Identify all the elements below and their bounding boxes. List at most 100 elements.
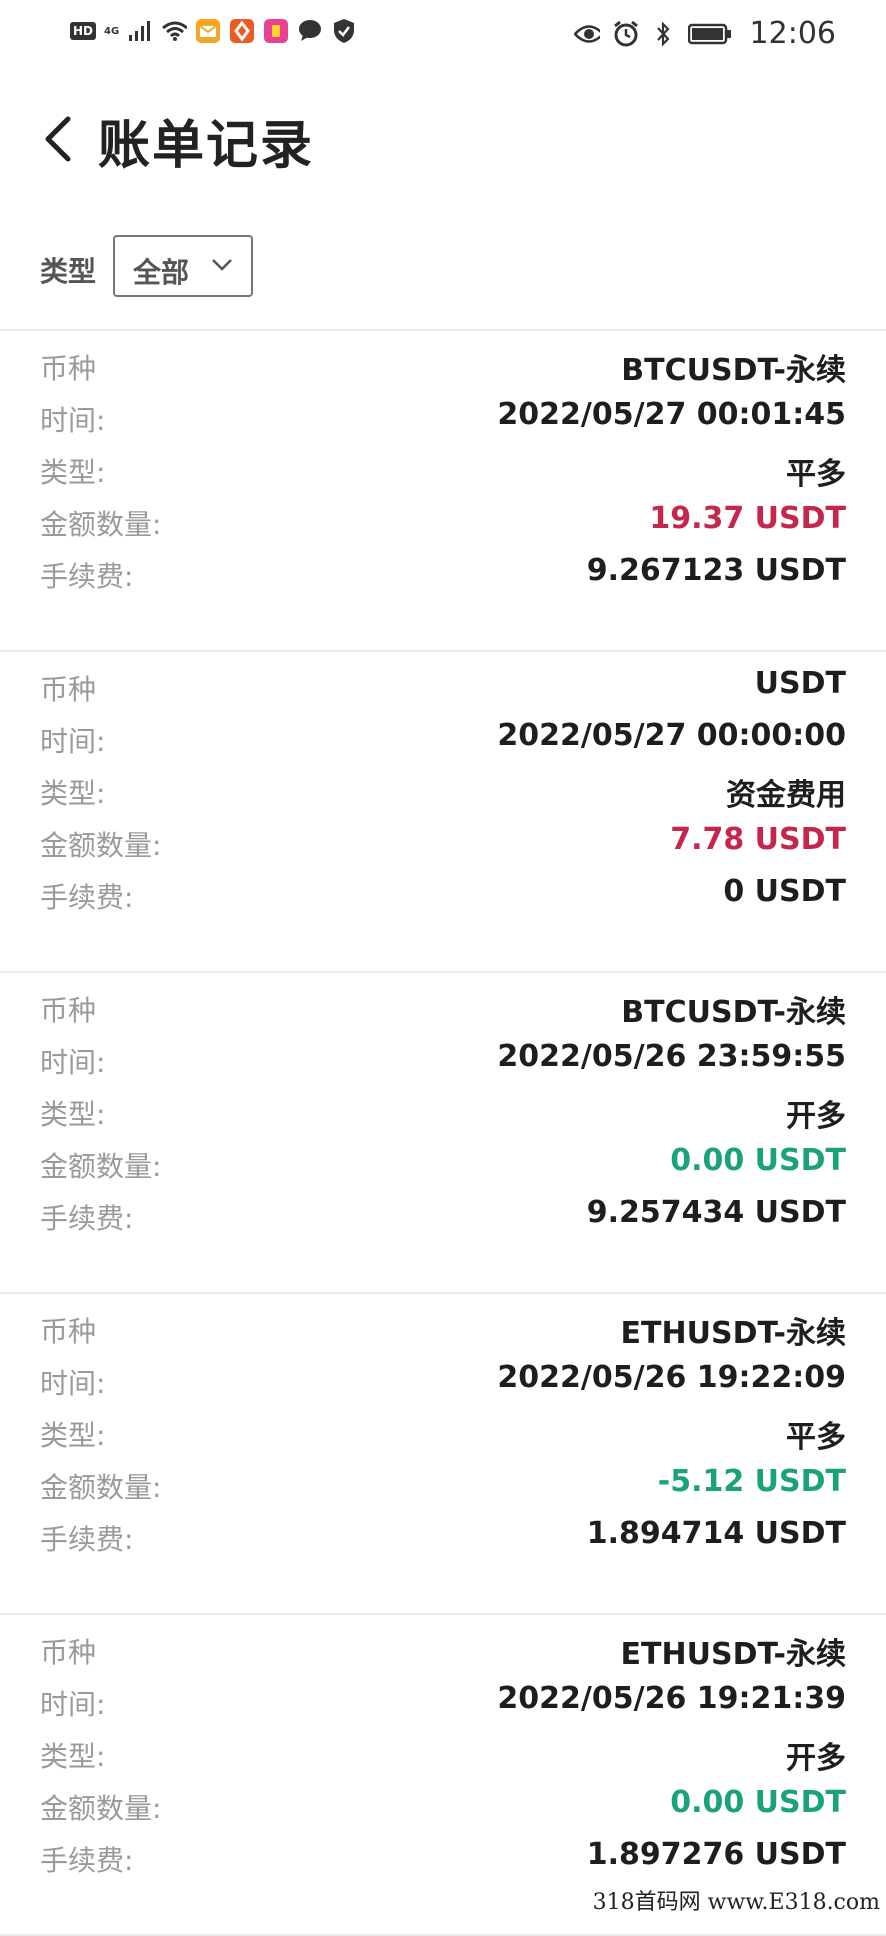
- battery-icon: [687, 21, 732, 47]
- bill-record: 币种 BTCUSDT-永续时间: 2022/05/26 23:59:55 类型: 开多金…: [0, 973, 886, 1294]
- record-value-type: 开多: [786, 1741, 846, 1776]
- record-row-fee: 手续费: 1.894714 USDT: [0, 1514, 886, 1560]
- record-label-coin: 币种: [40, 1636, 97, 1669]
- record-label-coin: 币种: [40, 994, 97, 1027]
- record-row-fee: 手续费: 9.257434 USDT: [0, 1193, 886, 1239]
- watermark: 318首码网 www.E318.com: [592, 1884, 880, 1916]
- record-label-fee: 手续费:: [40, 1523, 134, 1556]
- record-row-type: 类型: 平多: [0, 447, 886, 493]
- record-label-type: 类型:: [40, 1419, 106, 1452]
- message-icon: [297, 18, 323, 44]
- chevron-down-icon: [212, 259, 232, 271]
- record-label-time: 时间:: [40, 1688, 106, 1721]
- network-type: 4G: [104, 25, 120, 37]
- page-header: 账单记录: [0, 95, 886, 185]
- record-value-time: 2022/05/26 19:22:09: [497, 1360, 846, 1395]
- mail-app-icon: [195, 18, 221, 44]
- record-value-coin: USDT: [754, 666, 846, 701]
- record-label-amount: 金额数量:: [40, 829, 162, 862]
- eye-icon: [573, 21, 600, 47]
- record-row-fee: 手续费: 9.267123 USDT: [0, 551, 886, 597]
- record-value-type: 平多: [786, 457, 846, 492]
- record-row-coin: 币种 ETHUSDT-永续: [0, 1627, 886, 1673]
- record-value-fee: 1.894714 USDT: [586, 1516, 846, 1551]
- record-row-time: 时间: 2022/05/27 00:00:00: [0, 716, 886, 762]
- record-row-coin: 币种 USDT: [0, 664, 886, 710]
- record-value-fee: 9.257434 USDT: [586, 1195, 846, 1230]
- record-value-type: 平多: [786, 1420, 846, 1455]
- signal-icon: [127, 18, 153, 44]
- record-row-coin: 币种 BTCUSDT-永续: [0, 343, 886, 389]
- record-row-time: 时间: 2022/05/26 19:21:39: [0, 1679, 886, 1725]
- record-row-amount: 金额数量: 19.37 USDT: [0, 499, 886, 545]
- type-select-value: 全部: [133, 256, 190, 289]
- record-row-time: 时间: 2022/05/26 23:59:55: [0, 1037, 886, 1083]
- record-label-time: 时间:: [40, 404, 106, 437]
- bill-record: 币种 USDT 时间: 2022/05/27 00:00:00 类型: 资金费用金额数量:…: [0, 652, 886, 973]
- record-row-coin: 币种 ETHUSDT-永续: [0, 1306, 886, 1352]
- record-value-amount: 19.37 USDT: [649, 501, 846, 536]
- record-value-coin: BTCUSDT-永续: [621, 353, 846, 388]
- record-value-amount: 0.00 USDT: [670, 1143, 846, 1178]
- record-row-amount: 金额数量: 7.78 USDT: [0, 820, 886, 866]
- record-value-fee: 9.267123 USDT: [586, 553, 846, 588]
- record-value-coin: BTCUSDT-永续: [621, 995, 846, 1030]
- back-button[interactable]: [38, 109, 78, 169]
- record-value-fee: 0 USDT: [723, 874, 846, 909]
- record-row-time: 时间: 2022/05/27 00:01:45: [0, 395, 886, 441]
- record-value-amount: 7.78 USDT: [670, 822, 846, 857]
- page-title: 账单记录: [98, 116, 315, 176]
- chevron-left-icon: [45, 116, 71, 162]
- record-row-fee: 手续费: 0 USDT: [0, 872, 886, 918]
- record-row-time: 时间: 2022/05/26 19:22:09: [0, 1358, 886, 1404]
- record-label-fee: 手续费:: [40, 881, 134, 914]
- bill-record-list: 币种 BTCUSDT-永续 时间: 2022/05/27 00:01:45 类型: 平多金…: [0, 331, 886, 1936]
- record-row-amount: 金额数量: 0.00 USDT: [0, 1783, 886, 1829]
- record-row-type: 类型: 开多: [0, 1731, 886, 1777]
- shield-icon: [331, 18, 357, 44]
- record-label-fee: 手续费:: [40, 1202, 134, 1235]
- record-value-coin: ETHUSDT-永续: [620, 1637, 846, 1672]
- record-value-time: 2022/05/27 00:00:00: [497, 718, 846, 753]
- bill-record: 币种 ETHUSDT-永续时间: 2022/05/26 19:22:09 类型: 平多金…: [0, 1294, 886, 1615]
- alarm-icon: [612, 20, 638, 47]
- filter-label: 类型: [40, 255, 97, 288]
- bill-record: 币种 BTCUSDT-永续时间: 2022/05/27 00:01:45 类型: 平多金…: [0, 331, 886, 652]
- wifi-icon: [161, 18, 188, 44]
- record-label-amount: 金额数量:: [40, 508, 162, 541]
- record-label-coin: 币种: [40, 1315, 97, 1348]
- status-bar: HD 4G 12:06: [0, 0, 886, 70]
- record-label-type: 类型:: [40, 456, 106, 489]
- bluetooth-icon: [650, 20, 676, 47]
- record-row-amount: 金额数量: -5.12 USDT: [0, 1462, 886, 1508]
- record-label-type: 类型:: [40, 1740, 106, 1773]
- record-label-type: 类型:: [40, 777, 106, 810]
- record-value-fee: 1.897276 USDT: [586, 1837, 846, 1872]
- record-label-coin: 币种: [40, 673, 97, 706]
- record-value-type: 开多: [786, 1099, 846, 1134]
- record-label-amount: 金额数量:: [40, 1150, 162, 1183]
- record-value-time: 2022/05/27 00:01:45: [497, 397, 846, 432]
- record-label-amount: 金额数量:: [40, 1792, 162, 1825]
- record-value-type: 资金费用: [726, 778, 846, 813]
- record-row-coin: 币种 BTCUSDT-永续: [0, 985, 886, 1031]
- app-icon-pink: [263, 18, 289, 44]
- record-label-coin: 币种: [40, 352, 97, 385]
- record-label-amount: 金额数量:: [40, 1471, 162, 1504]
- status-time: 12:06: [749, 16, 836, 51]
- record-row-amount: 金额数量: 0.00 USDT: [0, 1141, 886, 1187]
- status-left-icons: HD 4G: [70, 18, 357, 44]
- record-value-coin: ETHUSDT-永续: [620, 1316, 846, 1351]
- record-value-time: 2022/05/26 23:59:55: [497, 1039, 846, 1074]
- record-row-type: 类型: 平多: [0, 1410, 886, 1456]
- record-value-amount: -5.12 USDT: [657, 1464, 846, 1499]
- record-row-fee: 手续费: 1.897276 USDT: [0, 1835, 886, 1881]
- record-label-fee: 手续费:: [40, 1844, 134, 1877]
- record-label-type: 类型:: [40, 1098, 106, 1131]
- record-row-type: 类型: 资金费用: [0, 768, 886, 814]
- record-row-type: 类型: 开多: [0, 1089, 886, 1135]
- record-label-time: 时间:: [40, 1367, 106, 1400]
- record-label-fee: 手续费:: [40, 560, 134, 593]
- type-select[interactable]: 全部: [113, 235, 253, 297]
- record-label-time: 时间:: [40, 725, 106, 758]
